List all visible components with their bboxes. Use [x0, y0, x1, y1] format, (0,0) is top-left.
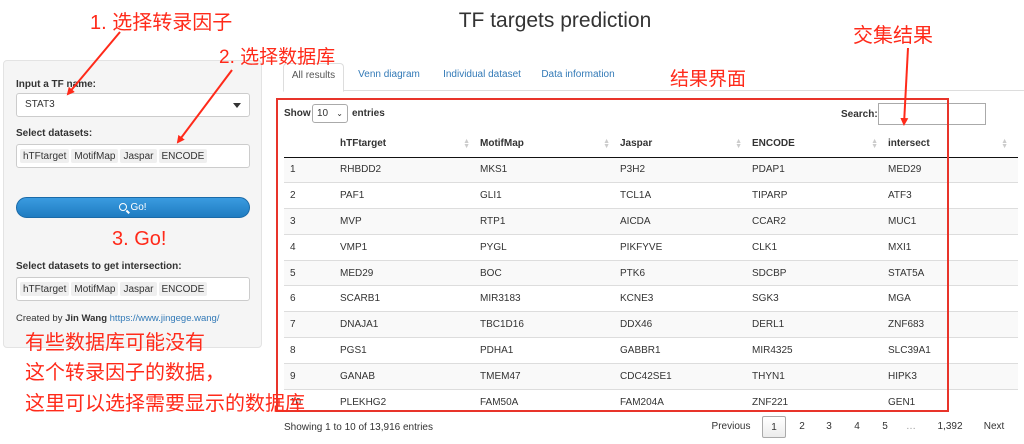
dataset-chip[interactable]: ENCODE [158, 149, 208, 163]
results-tabs: All results Venn diagram Individual data… [283, 63, 1024, 92]
dataset-chip[interactable]: Jaspar [120, 149, 157, 163]
intersection-chip[interactable]: ENCODE [158, 282, 208, 296]
tab-data-information[interactable]: Data information [535, 63, 621, 91]
dataset-chip[interactable]: MotifMap [71, 149, 119, 163]
pagination-page-last[interactable]: 1,392 [932, 416, 968, 438]
go-button[interactable]: Go! [16, 197, 250, 218]
sidebar-panel: Input a TF name: STAT3 Select datasets: … [3, 60, 262, 348]
tf-name-label: Input a TF name: [16, 79, 96, 90]
annotation-step3: 3. Go! [112, 228, 167, 250]
annotation-note-line-2: 这个转录因子的数据， [25, 362, 225, 384]
pagination-page-4[interactable]: 4 [847, 416, 867, 438]
table-info: Showing 1 to 10 of 13,916 entries [284, 422, 433, 433]
intersection-chip[interactable]: hTFtarget [20, 282, 70, 296]
pagination-page-3[interactable]: 3 [819, 416, 839, 438]
intersection-chip[interactable]: MotifMap [71, 282, 119, 296]
intersection-chip[interactable]: Jaspar [120, 282, 157, 296]
annotation-step1: 1. 选择转录因子 [90, 12, 233, 34]
pagination-next[interactable]: Next [978, 416, 1010, 438]
annotation-results: 结果界面 [670, 69, 747, 90]
intersection-label: Select datasets to get intersection: [16, 261, 182, 272]
intersection-multiselect[interactable]: hTFtarget MotifMap Jaspar ENCODE [16, 277, 250, 301]
tab-individual-dataset[interactable]: Individual dataset [435, 63, 529, 91]
pagination-page-1[interactable]: 1 [762, 416, 786, 438]
caret-down-icon [233, 103, 241, 108]
annotation-intersect: 交集结果 [853, 25, 933, 47]
annotation-note-line-3: 这里可以选择需要显示的数据库 [25, 393, 305, 415]
tf-name-value: STAT3 [25, 99, 55, 110]
pagination-ellipsis: … [906, 421, 916, 432]
go-button-label: Go! [130, 202, 147, 213]
pagination-page-2[interactable]: 2 [792, 416, 812, 438]
sort-icon: ▲ ▼ [1001, 138, 1008, 150]
results-highlight-box [276, 98, 949, 412]
dataset-chip[interactable]: hTFtarget [20, 149, 70, 163]
pagination-page-5[interactable]: 5 [875, 416, 895, 438]
datasets-label: Select datasets: [16, 128, 93, 139]
page: TF targets prediction Input a TF name: S… [0, 0, 1024, 444]
annotation-note-line-1: 有些数据库可能没有 [25, 332, 205, 354]
tab-venn-diagram[interactable]: Venn diagram [349, 63, 429, 91]
pagination-previous[interactable]: Previous [705, 416, 757, 438]
datasets-multiselect[interactable]: hTFtarget MotifMap Jaspar ENCODE [16, 144, 250, 168]
credit-prefix: Created by [16, 313, 66, 324]
credit-line: Created by Jin Wang https://www.jingege.… [16, 313, 219, 324]
search-icon [119, 203, 128, 211]
credit-link[interactable]: https://www.jingege.wang/ [110, 313, 220, 324]
credit-author: Jin Wang [65, 313, 107, 324]
tf-name-select[interactable]: STAT3 [16, 93, 250, 117]
annotation-step2: 2. 选择数据库 [219, 47, 336, 68]
